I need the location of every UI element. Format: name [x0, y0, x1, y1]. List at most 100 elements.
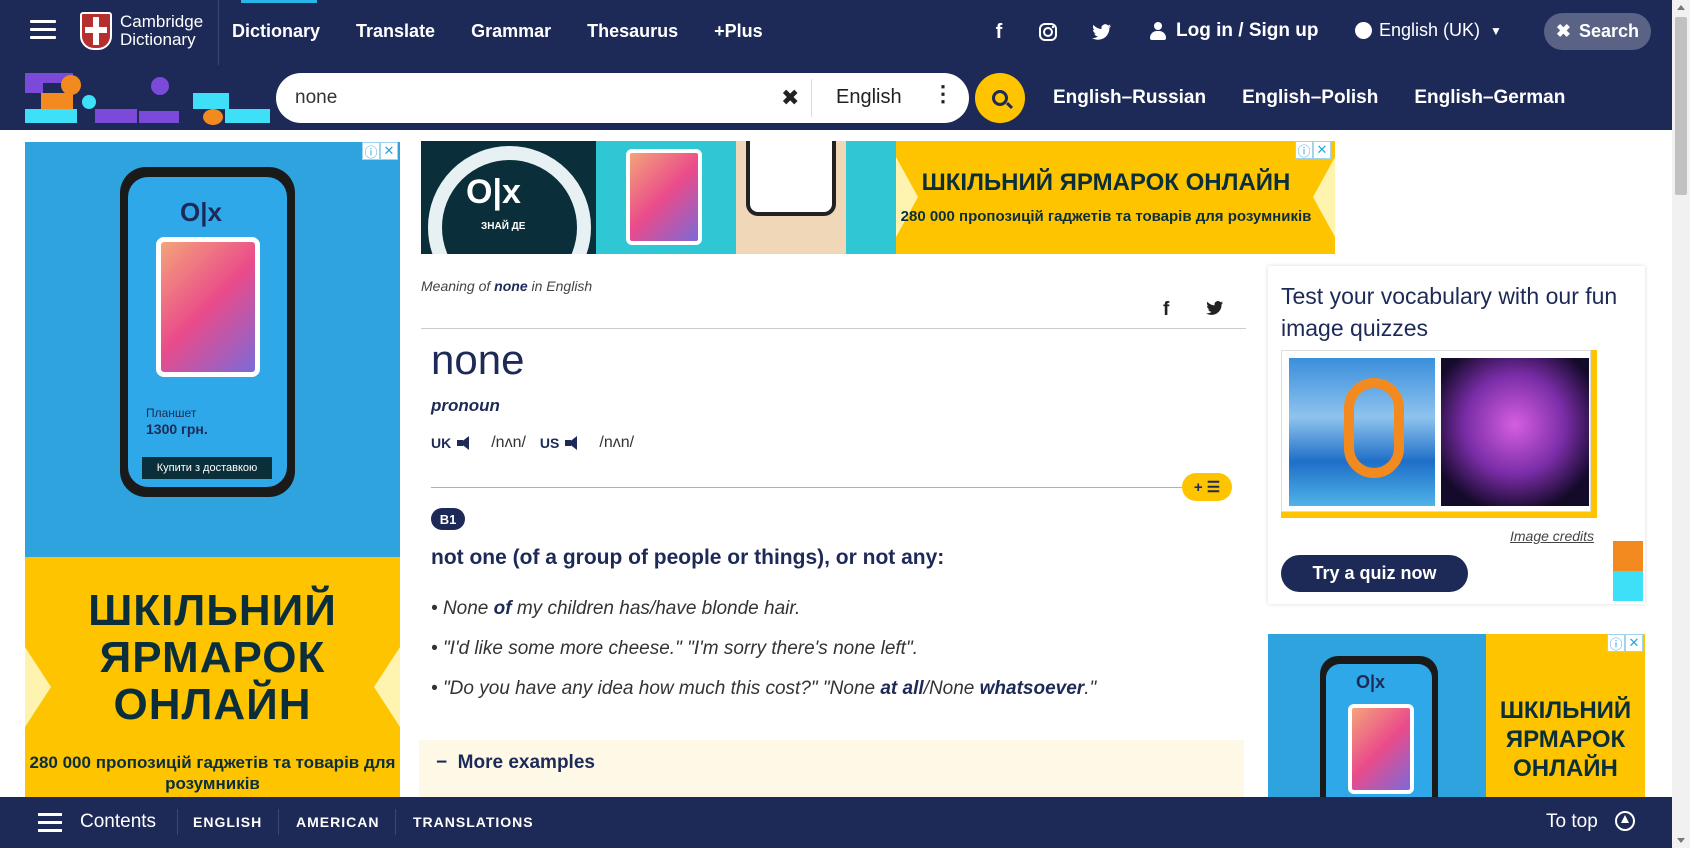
to-top-link[interactable]: To top	[1546, 811, 1598, 833]
link-english-german[interactable]: English–German	[1414, 87, 1565, 109]
meaning-word: none	[494, 278, 528, 294]
logo-line2: Dictionary	[120, 30, 196, 49]
nav-plus[interactable]: +Plus	[714, 21, 763, 42]
login-link[interactable]: Log in / Sign up	[1150, 20, 1318, 42]
crest-icon	[80, 12, 112, 50]
add-to-wordlist-button[interactable]: + ☰	[1182, 473, 1232, 501]
pronunciation: UK /nʌn/ US /nʌn/	[431, 434, 648, 452]
example-2: • "I'd like some more cheese." "I'm sorr…	[431, 638, 918, 659]
tablet-image	[156, 237, 260, 377]
user-icon	[1150, 22, 1166, 40]
right-advertisement[interactable]: O|x ШКІЛЬНИЙ ЯРМАРОК ОНЛАЙН ⓘ ✕	[1268, 634, 1645, 804]
top-banner-advertisement[interactable]: O|x ЗНАЙ ДЕ ШКІЛЬНИЙ ЯРМАРОК ОНЛАЙН 280 …	[421, 141, 1335, 254]
nav-translate[interactable]: Translate	[356, 21, 435, 42]
ad-left-headline: ШКІЛЬНИЙ ЯРМАРОК ОНЛАЙН	[88, 586, 337, 729]
contents-menu-icon[interactable]	[38, 813, 62, 832]
language-selector[interactable]: English (UK) ▼	[1355, 20, 1502, 41]
quiz-image-ferris-wheel[interactable]	[1441, 358, 1589, 506]
menu-icon[interactable]	[30, 20, 56, 40]
ad-top-headline: ШКІЛЬНИЙ ЯРМАРОК ОНЛАЙН	[921, 169, 1291, 196]
search-icon	[992, 90, 1008, 106]
ad-phone-image: O|x	[1320, 656, 1438, 804]
ad-choices[interactable]: ⓘ ✕	[1295, 141, 1331, 159]
left-advertisement[interactable]: O|x Планшет 1300 грн. Купити з доставкою…	[25, 142, 400, 797]
more-options-icon[interactable]: ⋮	[932, 83, 954, 105]
us-audio-icon[interactable]	[565, 435, 583, 451]
image-credits-link[interactable]: Image credits	[1510, 528, 1594, 544]
nav-thesaurus[interactable]: Thesaurus	[587, 21, 678, 42]
example-3: • "Do you have any idea how much this co…	[431, 678, 1097, 699]
info-icon[interactable]: ⓘ	[362, 142, 380, 160]
tab-translations[interactable]: TRANSLATIONS	[413, 814, 534, 830]
quiz-widget: Test your vocabulary with our fun image …	[1268, 266, 1645, 604]
link-english-russian[interactable]: English–Russian	[1053, 87, 1206, 109]
search-divider	[811, 79, 812, 117]
quick-dictionary-links: English–Russian English–Polish English–G…	[1053, 87, 1601, 109]
meaning-heading: Meaning of none in English	[421, 278, 593, 294]
search-submit-button[interactable]	[975, 73, 1025, 123]
close-ad-icon[interactable]: ✕	[1625, 634, 1643, 652]
uk-audio-icon[interactable]	[457, 435, 475, 451]
divider	[421, 328, 1246, 329]
scrollbar[interactable]	[1672, 0, 1690, 848]
arrow-up-icon[interactable]	[1615, 811, 1635, 831]
search-toggle-button[interactable]: ✖ Search	[1544, 13, 1651, 50]
dictionary-selector[interactable]: English	[836, 86, 902, 109]
main-nav: Dictionary Translate Grammar Thesaurus +…	[232, 21, 799, 42]
link-english-polish[interactable]: English–Polish	[1242, 87, 1378, 109]
facebook-icon[interactable]: f	[987, 20, 1011, 44]
close-ad-icon[interactable]: ✕	[380, 142, 398, 160]
tab-english[interactable]: ENGLISH	[193, 814, 262, 830]
top-navigation: Cambridge Dictionary Dictionary Translat…	[0, 0, 1672, 65]
uk-label: UK	[431, 435, 452, 451]
ad-buy-button: Купити з доставкою	[142, 457, 272, 479]
contents-label[interactable]: Contents	[80, 811, 156, 833]
ad-product-image	[596, 141, 896, 254]
scroll-up-icon[interactable]	[1677, 5, 1685, 10]
ad-price: 1300 грн.	[146, 421, 208, 437]
close-icon: ✖	[1555, 21, 1572, 41]
tab-american[interactable]: AMERICAN	[296, 814, 379, 830]
close-ad-icon[interactable]: ✕	[1313, 141, 1331, 159]
decorative-square	[1613, 541, 1643, 571]
ad-phone-image: O|x Планшет 1300 грн. Купити з доставкою	[120, 167, 295, 497]
globe-icon	[1355, 22, 1372, 39]
ad-choices[interactable]: ⓘ ✕	[362, 142, 398, 160]
nav-grammar[interactable]: Grammar	[471, 21, 551, 42]
search-toggle-label: Search	[1579, 21, 1640, 41]
example-1: • None of my children has/have blonde ha…	[431, 598, 801, 619]
decorative-square	[1613, 571, 1643, 601]
bottom-bar: Contents ENGLISH AMERICAN TRANSLATIONS T…	[0, 797, 1672, 848]
headword: none	[431, 336, 525, 383]
active-nav-indicator	[241, 0, 317, 3]
olx-tagline: ЗНАЙ ДЕ	[481, 221, 526, 232]
olx-logo: O|x	[466, 173, 521, 211]
ad-choices[interactable]: ⓘ ✕	[1607, 634, 1643, 652]
cefr-level-badge: B1	[431, 508, 465, 530]
olx-logo: O|x	[1356, 672, 1386, 692]
more-examples-label: More examples	[457, 752, 595, 773]
search-input[interactable]: none	[295, 87, 337, 109]
twitter-icon[interactable]	[1090, 20, 1114, 44]
scrollbar-thumb[interactable]	[1675, 17, 1687, 195]
uk-ipa: /nʌn/	[491, 434, 526, 451]
nav-dictionary[interactable]: Dictionary	[232, 21, 320, 42]
scroll-down-icon[interactable]	[1677, 838, 1685, 843]
info-icon[interactable]: ⓘ	[1295, 141, 1313, 159]
quiz-image-waterslide[interactable]	[1289, 358, 1435, 506]
info-icon[interactable]: ⓘ	[1607, 634, 1625, 652]
try-quiz-button[interactable]: Try a quiz now	[1281, 555, 1468, 592]
more-examples-panel[interactable]: − More examples	[419, 740, 1244, 800]
decorative-graphic	[25, 73, 270, 125]
us-ipa: /nʌn/	[599, 434, 635, 451]
search-box: none ✖ English ⋮	[276, 73, 969, 123]
site-logo[interactable]: Cambridge Dictionary	[80, 12, 203, 50]
share-facebook-icon[interactable]: f	[1163, 299, 1169, 321]
ad-left-subtext: 280 000 пропозицій гаджетів та товарів д…	[29, 753, 396, 793]
instagram-icon[interactable]	[1036, 20, 1060, 44]
us-label: US	[539, 435, 560, 451]
ad-top-subtext: 280 000 пропозицій гаджетів та товарів д…	[900, 208, 1312, 225]
clear-search-icon[interactable]: ✖	[781, 85, 799, 111]
nav-divider	[218, 0, 219, 65]
share-twitter-icon[interactable]	[1206, 300, 1224, 321]
